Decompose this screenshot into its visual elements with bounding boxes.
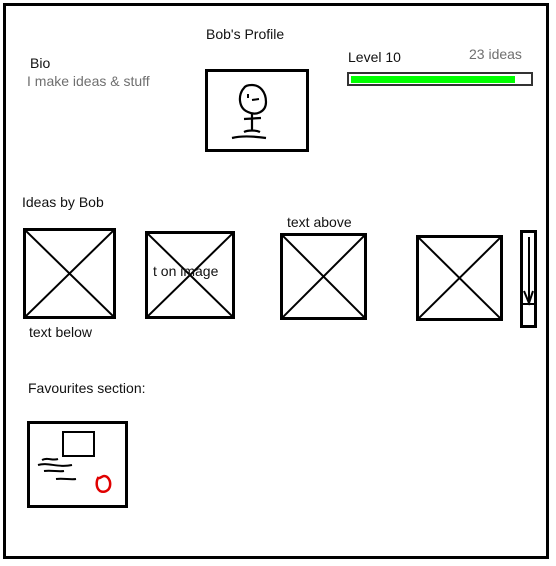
scrollbar-thumb[interactable] [523,303,534,305]
bio-label: Bio [30,55,51,71]
favourite-item[interactable] [27,421,128,508]
stick-figure-avatar-icon [231,83,268,140]
page-title: Bob's Profile [206,26,285,42]
ideas-heading: Ideas by Bob [22,194,104,210]
avatar[interactable] [205,69,309,152]
bio-text: I make ideas & stuff [27,73,150,89]
image-placeholder-icon [419,238,500,318]
favourites-heading: Favourites section: [28,380,146,396]
idea-image-3[interactable] [280,233,367,320]
down-arrow-icon [523,237,534,306]
idea-caption-below: text below [29,324,93,340]
image-placeholder-icon [26,231,113,316]
ideas-scrollbar[interactable] [520,230,537,328]
level-progress-fill [351,76,515,83]
image-placeholder-icon [283,236,364,317]
level-label: Level 10 [348,49,401,65]
idea-caption-overlay: t on image [153,263,219,279]
sketch-thumbnail-icon [37,431,112,494]
ideas-count: 23 ideas [469,46,522,62]
idea-image-4[interactable] [416,235,503,321]
level-progress-bar [347,72,533,86]
idea-caption-above: text above [287,214,352,230]
idea-image-1[interactable] [23,228,116,319]
